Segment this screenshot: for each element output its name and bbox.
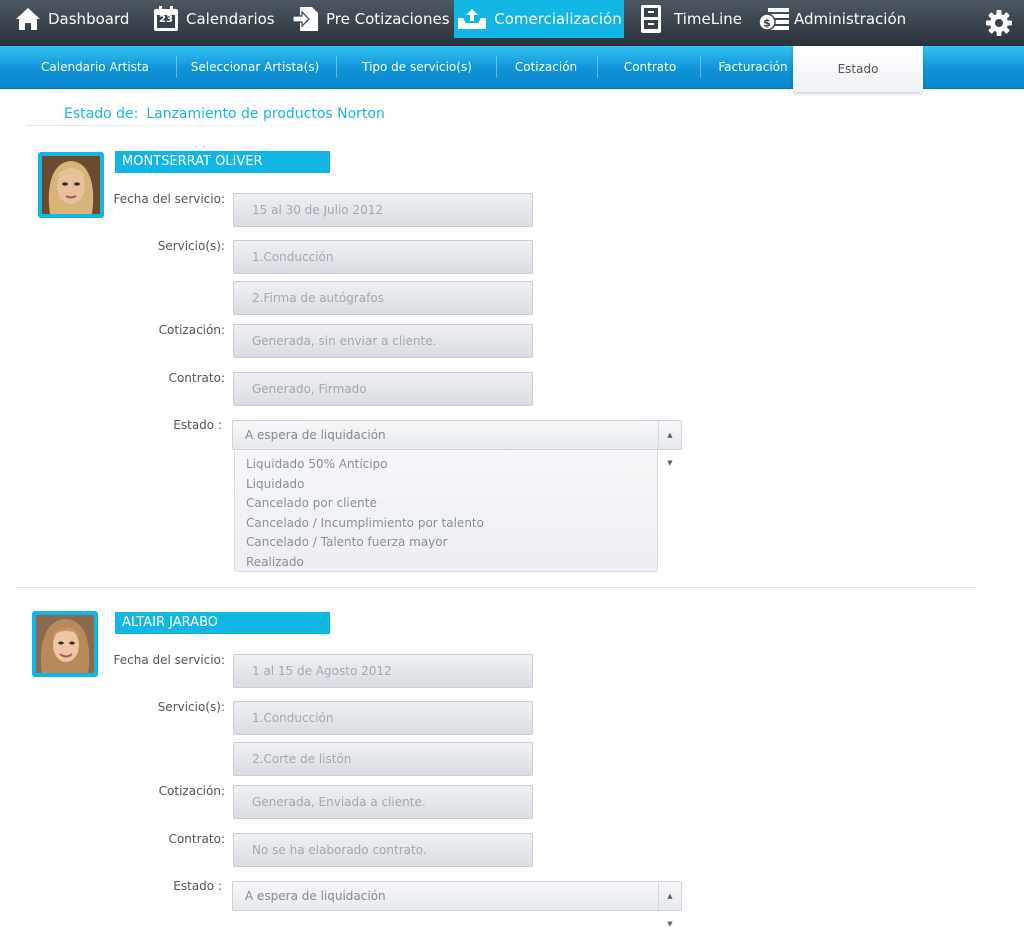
cabinet-icon [640, 4, 662, 34]
field-contrato: No se ha elaborado contrato. [233, 833, 533, 867]
nav-label: Administración [794, 10, 907, 28]
project-name: Lanzamiento de productos Norton [146, 106, 385, 122]
dropdown-option[interactable]: Liquidado 50% Anticipo [235, 455, 657, 475]
subtab-tipo-servicio[interactable]: Tipo de servicio(s) [342, 46, 492, 88]
subtab-seleccionar-artista[interactable]: Seleccionar Artista(s) [182, 46, 328, 88]
artist-avatar [32, 611, 98, 677]
label-fecha-servicio: Fecha del servicio: [113, 653, 225, 667]
subnav-divider [700, 56, 701, 78]
field-servicio: 1.Conducción [233, 701, 533, 735]
nav-label: Calendarios [186, 10, 275, 28]
label-servicios: Servicio(s): [157, 239, 225, 253]
field-servicio: 2.Firma de autógrafos [233, 281, 533, 315]
label-contrato: Contrato: [168, 371, 225, 385]
subtab-calendario-artista[interactable]: Calendario Artista [20, 46, 170, 88]
title-underline [26, 125, 410, 126]
subtab-cotizacion[interactable]: Cotización [500, 46, 592, 88]
nav-item-administracion[interactable]: $ Administración [758, 0, 906, 38]
label-fecha-servicio: Fecha del servicio: [113, 192, 225, 206]
estado-dropdown-list: Liquidado 50% Anticipo Liquidado Cancela… [234, 450, 658, 572]
dropdown-option[interactable]: Cancelado / Talento fuerza mayor [235, 533, 657, 553]
dropdown-option[interactable]: Cancelado por cliente [235, 494, 657, 514]
nav-item-comercializacion[interactable]: Comercialización [454, 0, 624, 38]
select-arrows-icon[interactable]: ▲ ▼ [658, 882, 681, 928]
top-navigation: Dashboard 23 Calendarios Pre Cotizacione… [0, 0, 1024, 46]
svg-text:$: $ [763, 17, 771, 30]
calendar-icon: 23 [152, 5, 180, 33]
field-fecha-servicio: 15 al 30 de Julio 2012 [233, 193, 533, 227]
field-servicio: 1.Conducción [233, 240, 533, 274]
label-contrato: Contrato: [168, 832, 225, 846]
subnav-divider [597, 56, 598, 78]
select-arrows-icon[interactable]: ▲ ▼ [658, 421, 681, 467]
label-servicios: Servicio(s): [157, 700, 225, 714]
home-icon [14, 6, 42, 32]
nav-label: Pre Cotizaciones [326, 10, 450, 28]
field-cotizacion: Generada, Enviada a cliente. [233, 785, 533, 819]
nav-item-dashboard[interactable]: Dashboard [14, 0, 129, 38]
subnav-divider [496, 56, 497, 78]
nav-item-pre-cotizaciones[interactable]: Pre Cotizaciones [292, 0, 450, 38]
section-divider [15, 587, 977, 588]
field-fecha-servicio: 1 al 15 de Agosto 2012 [233, 654, 533, 688]
estado-select[interactable]: A espera de liquidación ▲ ▼ [232, 881, 682, 928]
nav-label: TimeLine [674, 10, 742, 28]
page-title: Estado de: Lanzamiento de productos Norto… [64, 106, 385, 122]
sub-navigation: Calendario Artista Seleccionar Artista(s… [0, 46, 1024, 92]
money-icon: $ [758, 6, 790, 32]
calendar-day-badge: 23 [159, 14, 173, 25]
gear-icon[interactable] [984, 8, 1014, 38]
subtab-estado[interactable]: Estado [793, 46, 923, 92]
subnav-divider [176, 56, 177, 78]
label-estado: Estado : [173, 418, 222, 432]
estado-select-value: A espera de liquidación [245, 889, 386, 903]
document-arrow-icon [292, 5, 320, 33]
subtab-facturacion[interactable]: Facturación [706, 46, 800, 88]
field-contrato: Generado, Firmado [233, 372, 533, 406]
nav-label: Dashboard [48, 10, 130, 28]
artist-name: ALTAIR JARABO [115, 612, 330, 634]
dropdown-option[interactable]: Cancelado / Incumplimiento por talento [235, 514, 657, 534]
artist-name: MONTSERRAT OLIVER [115, 151, 330, 173]
estado-select-value: A espera de liquidación [245, 428, 386, 442]
upload-tray-icon [456, 7, 488, 31]
dropdown-option[interactable]: Liquidado [235, 475, 657, 495]
nav-label: Comercialización [494, 10, 622, 28]
estado-select[interactable]: A espera de liquidación ▲ ▼ [232, 420, 682, 467]
field-servicio: 2.Corte de listón [233, 742, 533, 776]
nav-item-calendarios[interactable]: 23 Calendarios [152, 0, 275, 38]
dropdown-option[interactable]: Realizado [235, 553, 657, 573]
subtab-contrato[interactable]: Contrato [602, 46, 698, 88]
nav-item-timeline[interactable]: TimeLine [640, 0, 742, 38]
subnav-divider [336, 56, 337, 78]
label-estado: Estado : [173, 879, 222, 893]
label-cotizacion: Cotización: [158, 323, 225, 337]
page-title-prefix: Estado de: [64, 106, 139, 122]
label-cotizacion: Cotización: [158, 784, 225, 798]
field-cotizacion: Generada, sin enviar a cliente. [233, 324, 533, 358]
artist-avatar [38, 152, 104, 218]
